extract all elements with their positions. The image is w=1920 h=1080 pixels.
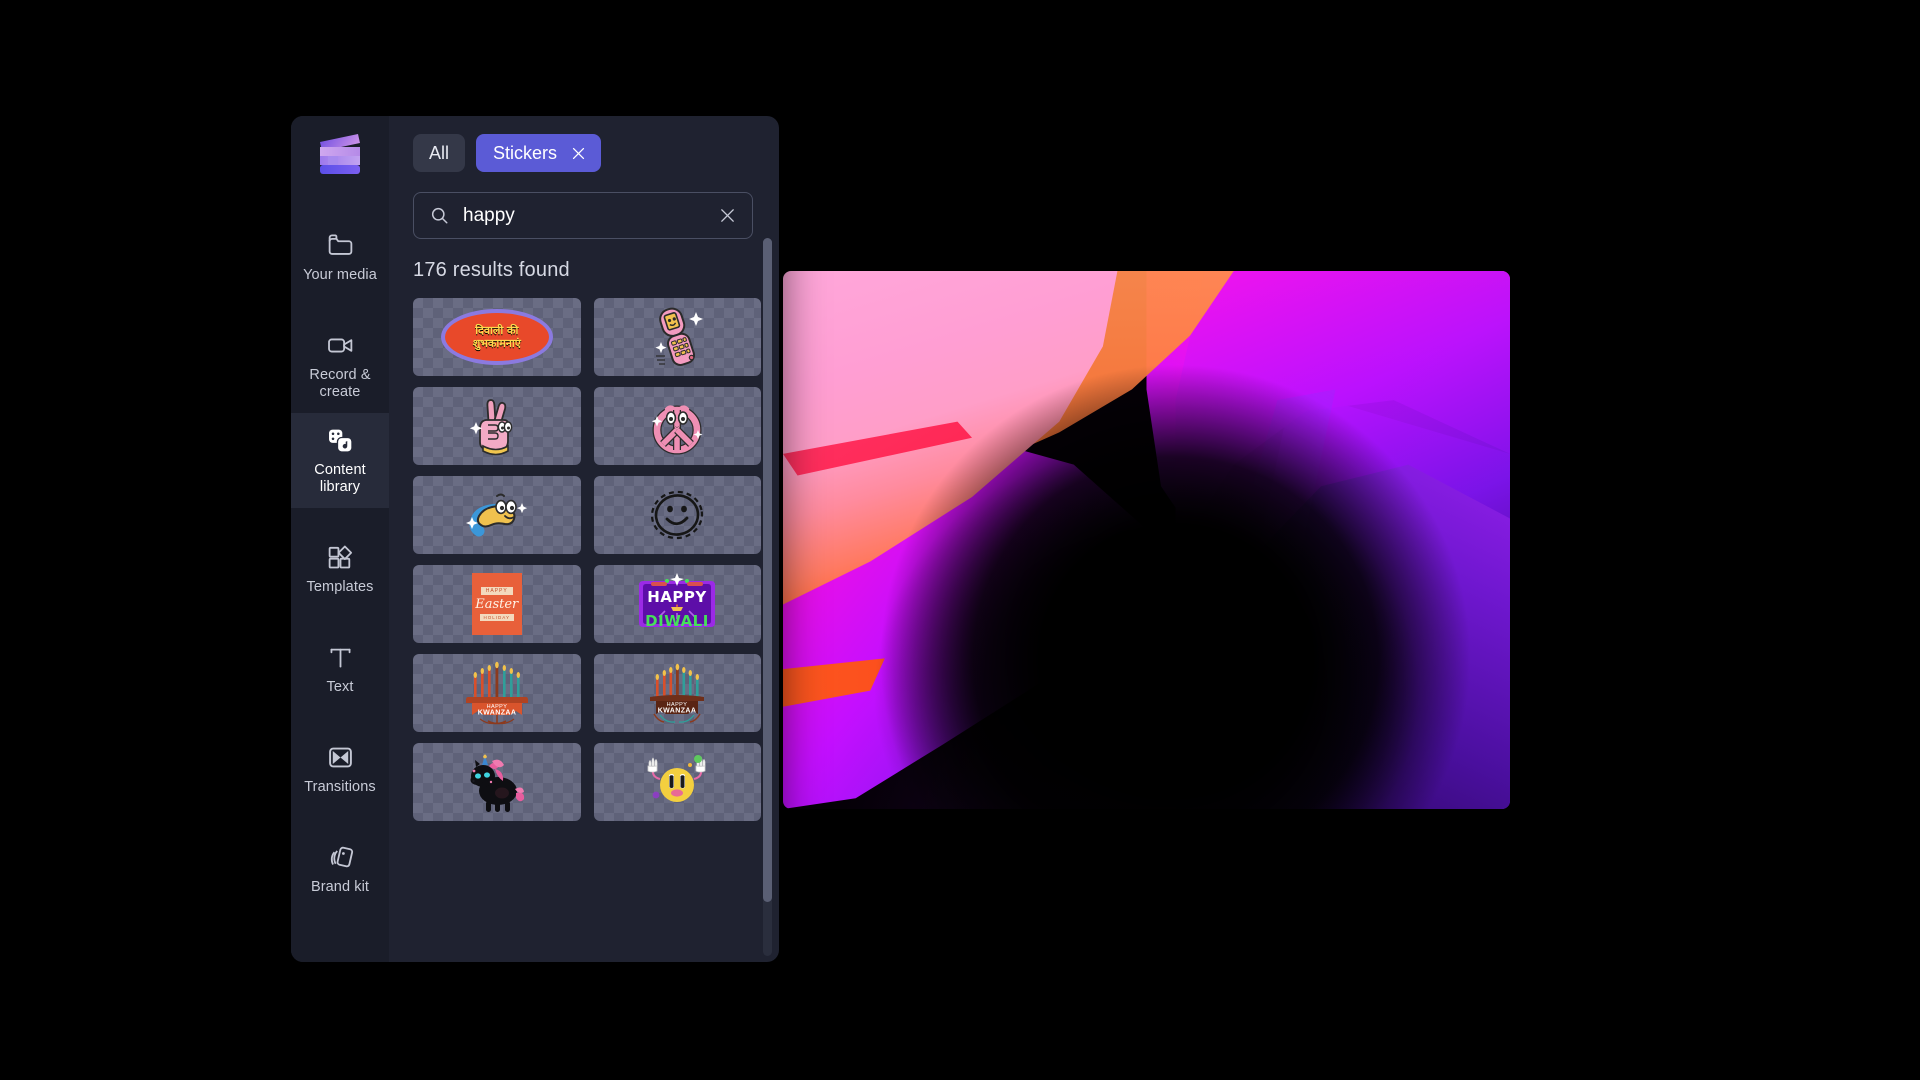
sidebar-item-label: Transitions: [304, 779, 376, 795]
sidebar-item-content-library[interactable]: Content library: [291, 413, 389, 508]
sidebar-item-text[interactable]: Text: [291, 630, 389, 708]
sidebar-item-label: Brand kit: [310, 879, 370, 895]
search-input[interactable]: [463, 204, 704, 227]
sidebar-item-transitions[interactable]: Transitions: [291, 730, 389, 808]
sticker-tile-excited-emoji[interactable]: [593, 743, 761, 821]
content-library-body: All Stickers happy 176 results found दिव…: [389, 116, 779, 962]
search-icon: [429, 205, 450, 226]
folder-icon: [325, 230, 355, 260]
transitions-icon: [325, 742, 355, 772]
filter-chip-stickers[interactable]: Stickers: [476, 134, 602, 172]
text-t-icon: [325, 642, 355, 672]
sidebar: Your media Record & create Content libra…: [291, 116, 389, 962]
filter-chip-label: All: [429, 142, 450, 163]
svg-text:HAPPY: HAPPY: [647, 588, 707, 606]
sticker-tile-peace-symbol-face[interactable]: [593, 387, 761, 465]
brand-kit-icon: [325, 842, 355, 872]
sticker-tile-happy-diwali[interactable]: HAPPY DIWALI: [593, 565, 761, 643]
search-row: [389, 172, 779, 239]
screen: Your media Record & create Content libra…: [0, 0, 1920, 1080]
sidebar-item-label: Your media: [303, 267, 377, 283]
filter-chip-row: All Stickers: [389, 134, 779, 172]
video-camera-icon: [325, 330, 355, 360]
sidebar-item-label: Text: [326, 679, 354, 695]
sticker-tile-peace-hand[interactable]: [413, 387, 581, 465]
clapperboard-icon: [314, 130, 366, 182]
sidebar-item-label: Templates: [306, 579, 374, 595]
results-scrollbar-thumb[interactable]: [763, 238, 772, 902]
results-grid: दिवाली की शुभकामनाएं HAPPY Easter HOLIDA…: [413, 298, 761, 821]
sidebar-item-templates[interactable]: Templates: [291, 530, 389, 608]
clear-search-icon[interactable]: [717, 205, 738, 226]
results-grid-wrapper: दिवाली की शुभकामनाएं HAPPY Easter HOLIDA…: [389, 298, 779, 962]
sidebar-item-label: Content library: [314, 462, 366, 495]
svg-text:KWANZAA: KWANZAA: [658, 708, 697, 715]
sticker-tile-happy-easter-holiday[interactable]: HAPPY Easter HOLIDAY: [413, 565, 581, 643]
sidebar-item-your-media[interactable]: Your media: [291, 218, 389, 296]
filter-chip-label: Stickers: [493, 142, 558, 163]
templates-grid-icon: [325, 542, 355, 572]
sidebar-item-label: Record & create: [309, 367, 371, 400]
sidebar-item-record-and-create[interactable]: Record & create: [291, 318, 389, 413]
content-library-panel: Your media Record & create Content libra…: [291, 116, 779, 962]
sticker-tile-happy-kwanzaa-orange[interactable]: HAPPY KWANZAA: [413, 654, 581, 732]
results-scrollbar-track[interactable]: [763, 238, 772, 956]
wallpaper-preview: [783, 271, 1510, 809]
sticker-tile-flip-phone[interactable]: [593, 298, 761, 376]
close-icon[interactable]: [570, 145, 587, 162]
content-library-icon: [325, 425, 355, 455]
sticker-tile-diwali-ki-shubhkamnaye[interactable]: दिवाली की शुभकामनाएं: [413, 298, 581, 376]
svg-text:DIWALI: DIWALI: [645, 612, 709, 630]
sticker-tile-yellow-swoosh-character[interactable]: [413, 476, 581, 554]
sticker-tile-black-unicorn[interactable]: [413, 743, 581, 821]
search-box[interactable]: [413, 192, 753, 239]
results-count: 176 results found: [413, 259, 570, 281]
sticker-tile-dashed-smiley[interactable]: [593, 476, 761, 554]
filter-chip-all[interactable]: All: [413, 134, 466, 172]
sidebar-item-brand-kit[interactable]: Brand kit: [291, 830, 389, 908]
sticker-tile-happy-kwanzaa-brown[interactable]: HAPPY KWANZAA: [593, 654, 761, 732]
